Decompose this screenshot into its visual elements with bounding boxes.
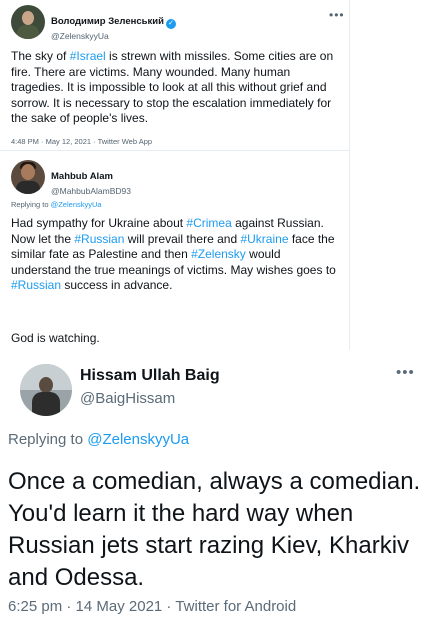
avatar-body	[32, 392, 60, 416]
avatar[interactable]	[11, 160, 45, 194]
hashtag-link[interactable]: #Russian	[74, 232, 124, 246]
author-block: Mahbub Alam @MahbubAlamBD93	[51, 166, 131, 196]
text-span: success in advance.	[61, 278, 173, 292]
hashtag-link[interactable]: #Israel	[70, 49, 106, 63]
reply-text: Once a comedian, always a comedian. You'…	[8, 468, 421, 591]
author-handle[interactable]: @BaigHissam	[80, 390, 175, 407]
author-handle[interactable]: @ZelenskyyUa	[51, 31, 176, 41]
author-name[interactable]: Mahbub Alam	[51, 171, 113, 182]
reply-text: Had sympathy for Ukraine about #Crimea a…	[11, 216, 339, 294]
bottom-screenshot-panel: Hissam Ullah Baig @BaigHissam ••• Replyi…	[0, 350, 435, 640]
divider	[0, 150, 350, 151]
author-handle[interactable]: @MahbubAlamBD93	[51, 186, 131, 196]
replying-to: Replying to @ZelenskyyUa	[8, 431, 189, 448]
more-horizontal-icon[interactable]: •••	[329, 8, 345, 22]
tweet-meta[interactable]: 6:25 pm · 14 May 2021 · Twitter for Andr…	[8, 598, 296, 615]
hashtag-link[interactable]: #Ukraine	[240, 232, 288, 246]
avatar-body	[17, 25, 39, 39]
text-span: The sky of	[11, 49, 70, 63]
hashtag-link[interactable]: #Crimea	[186, 216, 231, 230]
reply-closing: God is watching.	[11, 331, 100, 345]
replying-prefix: Replying to	[11, 200, 51, 209]
avatar[interactable]	[20, 364, 72, 416]
avatar-head	[39, 377, 53, 393]
verified-badge-icon: ✓	[165, 19, 176, 29]
text-span: Had sympathy for Ukraine about	[11, 216, 187, 230]
replying-handle-link[interactable]: @ZelenskyyUa	[51, 200, 102, 209]
author-name[interactable]: Hissam Ullah Baig	[80, 367, 220, 385]
replying-to: Replying to @ZelenskyyUa	[11, 200, 102, 209]
replying-handle-link[interactable]: @ZelenskyyUa	[87, 431, 189, 448]
avatar[interactable]	[11, 5, 45, 39]
hashtag-link[interactable]: #Zelensky	[191, 247, 246, 261]
avatar-body	[16, 181, 40, 194]
avatar-head	[21, 164, 35, 180]
text-span: will prevail there and	[124, 231, 241, 246]
top-screenshot-panel: Володимир Зеленський ✓ @ZelenskyyUa ••• T…	[0, 0, 350, 350]
hashtag-link[interactable]: #Russian	[11, 278, 61, 292]
author-name[interactable]: Володимир Зеленський	[51, 16, 164, 27]
tweet-text: The sky of #Israel is strewn with missil…	[11, 49, 337, 127]
replying-prefix: Replying to	[8, 431, 88, 448]
avatar-head	[22, 11, 34, 25]
tweet-meta[interactable]: 4:48 PM · May 12, 2021 · Twitter Web App	[11, 137, 152, 146]
author-block: Володимир Зеленський ✓ @ZelenskyyUa	[51, 11, 176, 41]
more-horizontal-icon[interactable]: •••	[396, 364, 415, 381]
